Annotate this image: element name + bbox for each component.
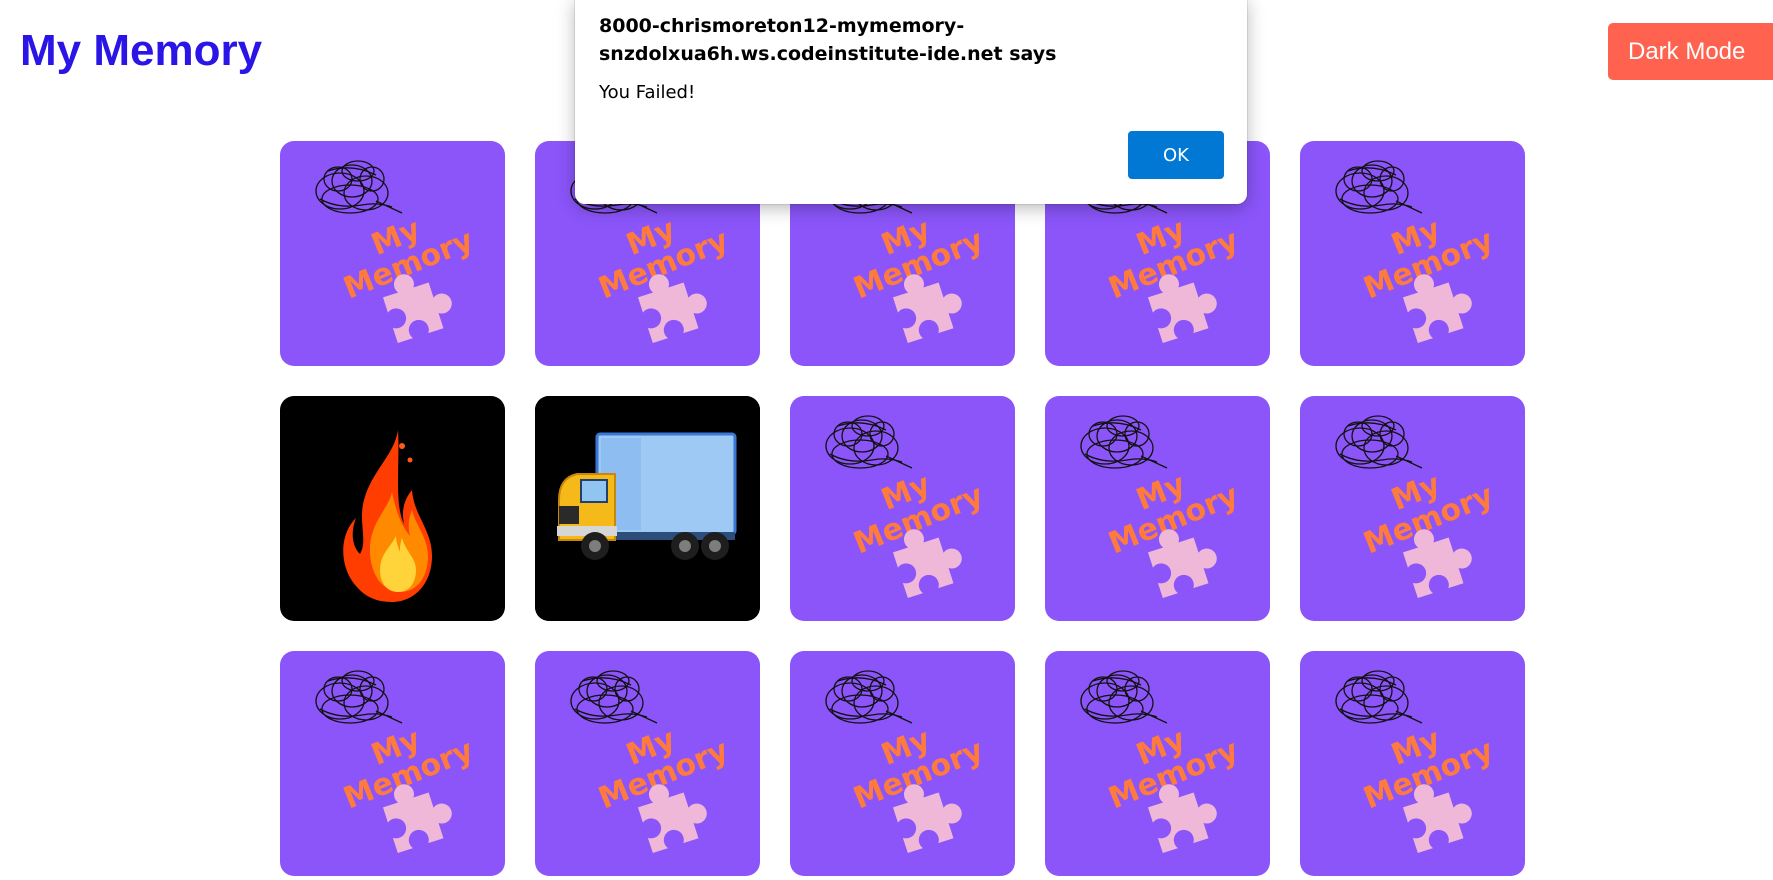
my-memory-logo: My Memory [315, 670, 479, 854]
memory-card[interactable]: My Memory [535, 651, 760, 876]
app-title: My Memory [20, 26, 263, 75]
scribble-cloud-icon [315, 160, 403, 214]
my-memory-logo: My Memory [1335, 160, 1499, 344]
scribble-cloud-icon [315, 670, 403, 724]
scribble-cloud-icon [1335, 415, 1423, 469]
my-memory-logo: My Memory [315, 160, 479, 344]
memory-card[interactable]: My Memory [1045, 651, 1270, 876]
scribble-cloud-icon [570, 670, 658, 724]
memory-card[interactable]: My Memory [790, 396, 1015, 621]
card-front [535, 396, 760, 621]
fire-icon [343, 430, 432, 602]
scribble-cloud-icon [825, 670, 913, 724]
my-memory-logo: My Memory [1080, 415, 1244, 599]
scribble-cloud-icon [1335, 670, 1423, 724]
scribble-cloud-icon [1080, 670, 1168, 724]
memory-card[interactable] [280, 396, 505, 621]
memory-card[interactable] [535, 396, 760, 621]
memory-card[interactable]: My Memory [1300, 396, 1525, 621]
memory-card[interactable]: My Memory [280, 651, 505, 876]
alert-ok-button[interactable]: OK [1128, 131, 1224, 179]
alert-origin: 8000-chrismoreton12-mymemory-snzdolxua6h… [599, 15, 1057, 65]
card-grid: My Memory My Memory My Memory My Memory … [280, 141, 1525, 876]
scribble-cloud-icon [1335, 160, 1423, 214]
memory-card[interactable]: My Memory [1045, 396, 1270, 621]
alert-message: You Failed! [599, 82, 696, 103]
scribble-cloud-icon [825, 415, 913, 469]
card-front [280, 396, 505, 621]
scribble-cloud-icon [1080, 415, 1168, 469]
memory-card[interactable]: My Memory [1300, 141, 1525, 366]
memory-card[interactable]: My Memory [1300, 651, 1525, 876]
my-memory-logo: My Memory [570, 670, 734, 854]
my-memory-logo: My Memory [1080, 670, 1244, 854]
my-memory-logo: My Memory [825, 415, 989, 599]
memory-card[interactable]: My Memory [280, 141, 505, 366]
truck-icon [535, 396, 760, 621]
dark-mode-button[interactable]: Dark Mode [1608, 23, 1773, 80]
my-memory-logo: My Memory [1335, 670, 1499, 854]
memory-card[interactable]: My Memory [790, 651, 1015, 876]
my-memory-logo: My Memory [1335, 415, 1499, 599]
alert-dialog: 8000-chrismoreton12-mymemory-snzdolxua6h… [575, 0, 1247, 204]
my-memory-logo: My Memory [825, 670, 989, 854]
